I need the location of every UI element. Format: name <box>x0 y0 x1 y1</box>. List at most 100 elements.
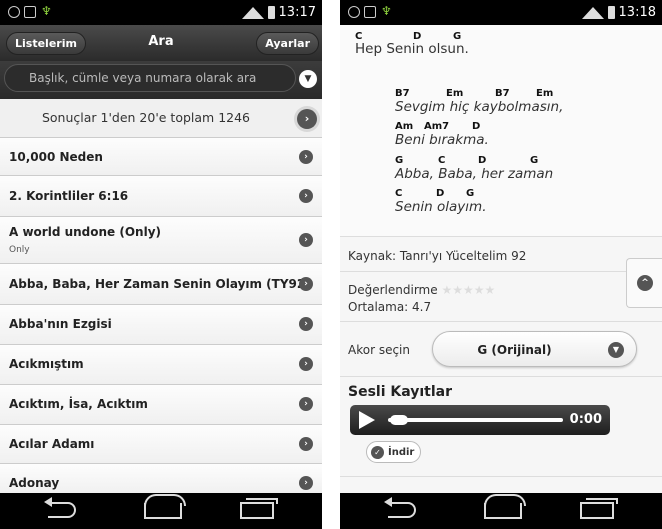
chord: C <box>438 155 446 166</box>
chord-select[interactable]: G (Orijinal) ▼ <box>432 331 637 367</box>
chevron-right-icon: › <box>299 357 313 371</box>
system-nav-bar <box>340 493 662 529</box>
list-item[interactable]: Adonay › <box>0 464 322 494</box>
results-count: Sonuçlar 1'den 20'e toplam 1246 <box>41 110 251 125</box>
chord: Am7 <box>424 121 450 132</box>
chevron-right-icon: › <box>299 277 313 291</box>
song-detail-screen: ♆ 13:18 C D G Hep Senin olsun. B7 Em B7 … <box>340 0 662 529</box>
clock: 13:17 <box>278 5 316 20</box>
average-rating: Ortalama: 4.7 <box>348 300 432 314</box>
app-notification-icon: ♆ <box>381 4 392 18</box>
chevron-right-icon[interactable]: › <box>297 109 317 129</box>
list-item[interactable]: 2. Korintliler 6:16 › <box>0 176 322 217</box>
audio-player: 0:00 <box>350 405 610 435</box>
list-item-title: A world undone (Only) <box>9 225 162 239</box>
battery-icon <box>607 6 615 19</box>
chord: Em <box>536 88 554 99</box>
list-item-title: Abba'nın Ezgisi <box>9 317 112 331</box>
notification-icon <box>348 6 360 18</box>
list-item-title: Acılar Adamı <box>9 437 95 451</box>
divider <box>340 476 662 477</box>
chevron-up-icon: ^ <box>637 275 653 291</box>
lyric-line: Abba, Baba, her zaman <box>395 166 554 182</box>
download-button[interactable]: ✓ İndir <box>366 441 422 463</box>
chevron-right-icon: › <box>299 189 313 203</box>
chevron-right-icon: › <box>299 397 313 411</box>
chord: D <box>472 121 481 132</box>
signal-icon <box>581 6 604 19</box>
app-header: Listelerim Ara Ayarlar <box>0 25 322 61</box>
app-notification-icon: ♆ <box>41 4 52 18</box>
search-screen: ♆ 13:17 Listelerim Ara Ayarlar Başlık, c… <box>0 0 322 529</box>
image-notification-icon <box>364 6 376 18</box>
scroll-up-button[interactable]: ^ <box>626 258 662 308</box>
list-item[interactable]: Abba, Baba, Her Zaman Senin Olayım (TY92… <box>0 264 322 305</box>
search-bar: Başlık, cümle veya numara olarak ara ▼ <box>0 61 322 99</box>
list-item-subtitle: Only <box>9 245 30 255</box>
audio-progress-track[interactable] <box>388 418 563 422</box>
settings-button[interactable]: Ayarlar <box>256 32 319 55</box>
system-nav-bar <box>0 493 322 529</box>
status-bar: ♆ 13:18 <box>340 0 662 25</box>
home-icon[interactable] <box>144 494 186 519</box>
play-icon[interactable] <box>359 411 375 429</box>
status-bar: ♆ 13:17 <box>0 0 322 25</box>
list-item[interactable]: Acıktım, İsa, Acıktım › <box>0 385 322 425</box>
chord: Em <box>446 88 464 99</box>
rating-section: Değerlendirme ★★★★★ Ortalama: 4.7 <box>340 272 662 322</box>
chord: D <box>436 188 445 199</box>
list-item-title: 2. Korintliler 6:16 <box>9 189 129 203</box>
signal-icon <box>241 6 264 19</box>
chevron-right-icon: › <box>299 437 313 451</box>
search-input[interactable]: Başlık, cümle veya numara olarak ara <box>4 64 296 92</box>
battery-icon <box>267 6 275 19</box>
chord: D <box>478 155 487 166</box>
list-item-title: Acıktım, İsa, Acıktım <box>9 397 148 411</box>
chord: Am <box>395 121 414 132</box>
chevron-right-icon: › <box>299 233 313 247</box>
rating-label: Değerlendirme ★★★★★ <box>348 283 496 297</box>
list-item[interactable]: Acılar Adamı › <box>0 425 322 464</box>
chord: C <box>395 188 403 199</box>
chevron-down-icon: ▼ <box>608 342 624 358</box>
back-icon[interactable] <box>44 497 76 518</box>
lyric-line: Senin olayım. <box>395 199 487 215</box>
chord: B7 <box>495 88 510 99</box>
list-item[interactable]: 10,000 Neden › <box>0 138 322 176</box>
audio-time: 0:00 <box>569 412 602 427</box>
chord-select-value: G (Orijinal) <box>477 343 552 357</box>
song-lyrics: C D G Hep Senin olsun. B7 Em B7 Em Sevgi… <box>340 25 662 237</box>
lyric-line: Beni bırakma. <box>395 132 489 148</box>
audio-progress-handle[interactable] <box>390 415 408 425</box>
image-notification-icon <box>24 6 36 18</box>
chevron-down-icon[interactable]: ▼ <box>299 70 317 88</box>
chord: G <box>530 155 539 166</box>
list-item[interactable]: Abba'nın Ezgisi › <box>0 305 322 345</box>
rating-stars[interactable]: ★★★★★ <box>441 283 495 297</box>
song-list: 10,000 Neden › 2. Korintliler 6:16 › A w… <box>0 138 322 494</box>
source-text: Kaynak: Tanrı'yı Yüceltelim 92 <box>348 249 527 263</box>
list-item[interactable]: Acıkmıştım › <box>0 345 322 385</box>
list-item-title: Abba, Baba, Her Zaman Senin Olayım (TY92… <box>9 277 311 291</box>
lyric-line: Hep Senin olsun. <box>355 41 469 57</box>
chevron-right-icon: › <box>299 317 313 331</box>
recent-apps-icon[interactable] <box>240 498 278 519</box>
results-summary[interactable]: Sonuçlar 1'den 20'e toplam 1246 › <box>0 99 322 138</box>
back-icon[interactable] <box>384 497 416 518</box>
notification-icon <box>8 6 20 18</box>
chevron-right-icon: › <box>299 150 313 164</box>
list-item[interactable]: A world undone (Only) Only › <box>0 217 322 264</box>
chord: G <box>395 155 404 166</box>
lyric-line: Sevgim hiç kaybolmasın, <box>395 99 564 115</box>
list-item-title: Acıkmıştım <box>9 357 84 371</box>
song-source: Kaynak: Tanrı'yı Yüceltelim 92 <box>340 238 662 272</box>
chevron-right-icon: › <box>299 476 313 490</box>
chord: B7 <box>395 88 410 99</box>
list-item-title: 10,000 Neden <box>9 150 103 164</box>
recent-apps-icon[interactable] <box>580 498 618 519</box>
list-item-title: Adonay <box>9 476 60 490</box>
clock: 13:18 <box>618 5 656 20</box>
home-icon[interactable] <box>484 494 526 519</box>
chord-select-label: Akor seçin <box>348 343 410 357</box>
audio-section-title: Sesli Kayıtlar <box>348 384 453 400</box>
